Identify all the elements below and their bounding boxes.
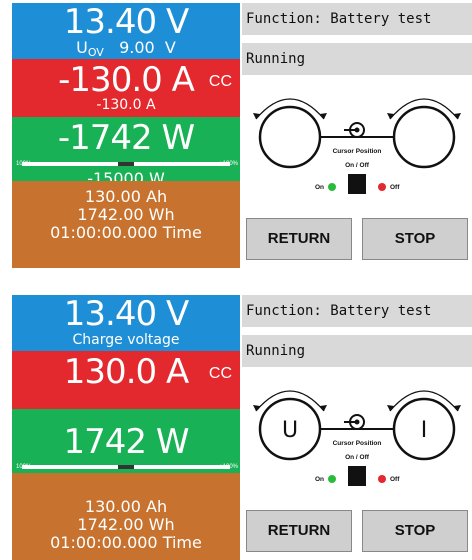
time-value: 01:00:00.000 Time — [50, 223, 202, 242]
stop-button[interactable]: STOP — [362, 218, 468, 260]
off-label: Off — [390, 476, 400, 483]
current-block: -130.0 A CC -130.0 A — [12, 59, 240, 117]
power-slider[interactable] — [22, 162, 230, 166]
cursor-position-icon — [320, 122, 394, 138]
time-value: 01:00:00.000 Time — [50, 533, 202, 552]
control-panel: Function: Battery test Running U I Curso… — [242, 295, 472, 560]
knob-diagram: U I Cursor Position On / Off On Off — [253, 390, 461, 486]
power-block: 1742 W 100% +100% — [12, 409, 240, 473]
power-value: -1742 W — [57, 118, 195, 158]
cursor-position-icon — [320, 414, 394, 430]
wh-value: 1742.00 Wh — [77, 205, 175, 224]
cc-mode-indicator: CC — [208, 365, 232, 382]
cursor-position-label: Cursor Position — [333, 148, 382, 155]
energy-block: 130.00 Ah 1742.00 Wh 01:00:00.000 Time — [12, 473, 240, 560]
power-slider[interactable] — [22, 465, 230, 469]
knob-diagram: Cursor Position On / Off On Off — [253, 98, 461, 194]
voltage-block: 13.40 V Charge voltage — [12, 295, 240, 351]
current-knob-label: I — [421, 418, 428, 443]
cc-mode-indicator: CC — [208, 73, 232, 90]
on-led-icon — [328, 475, 336, 483]
power-value: 1742 W — [63, 422, 190, 462]
device-screen-1: 13.40 V UOV 9.00 V -130.0 A CC -130.0 A … — [12, 3, 472, 268]
onoff-label: On / Off — [345, 454, 370, 461]
voltage-value: 13.40 V — [63, 2, 189, 42]
status-bar: Running — [242, 335, 472, 367]
device-screen-2: 13.40 V Charge voltage 130.0 A CC 1742 W… — [12, 295, 472, 560]
right-rotary-knob-icon[interactable] — [387, 98, 461, 169]
current-setpoint: -130.0 A — [96, 97, 156, 113]
voltage-value: 13.40 V — [63, 294, 189, 334]
control-panel: Function: Battery test Running Cursor Po… — [242, 3, 472, 268]
off-led-icon — [378, 475, 386, 483]
function-bar: Function: Battery test — [242, 295, 472, 327]
current-value: -130.0 A — [58, 60, 195, 100]
energy-block: 130.00 Ah 1742.00 Wh 01:00:00.000 Time — [12, 181, 240, 268]
readout-panel: 13.40 V Charge voltage 130.0 A CC 1742 W… — [12, 295, 240, 560]
on-label: On — [315, 184, 324, 191]
power-block: -1742 W 100% +100% -15000 W — [12, 117, 240, 187]
current-block: 130.0 A CC — [12, 351, 240, 409]
on-label: On — [315, 476, 324, 483]
return-button[interactable]: RETURN — [246, 510, 352, 552]
left-rotary-knob-icon[interactable] — [253, 98, 327, 169]
wh-value: 1742.00 Wh — [77, 515, 175, 534]
ah-value: 130.00 Ah — [84, 187, 168, 206]
voltage-knob-label: U — [282, 418, 298, 443]
voltage-limit: UOV 9.00 V — [76, 38, 176, 60]
status-bar: Running — [242, 43, 472, 75]
slider-handle[interactable] — [118, 162, 134, 166]
cursor-position-label: Cursor Position — [333, 440, 382, 447]
onoff-label: On / Off — [345, 162, 370, 169]
return-button[interactable]: RETURN — [246, 218, 352, 260]
current-value: 130.0 A — [63, 352, 189, 392]
slider-handle[interactable] — [118, 465, 134, 469]
stop-button[interactable]: STOP — [362, 510, 468, 552]
off-led-icon — [378, 183, 386, 191]
power-button[interactable] — [348, 174, 366, 194]
voltage-caption: Charge voltage — [72, 332, 180, 348]
voltage-block: 13.40 V UOV 9.00 V — [12, 3, 240, 59]
readout-panel: 13.40 V UOV 9.00 V -130.0 A CC -130.0 A … — [12, 3, 240, 268]
on-led-icon — [328, 183, 336, 191]
ah-value: 130.00 Ah — [84, 497, 168, 516]
off-label: Off — [390, 184, 400, 191]
power-button[interactable] — [348, 466, 366, 486]
function-bar: Function: Battery test — [242, 3, 472, 35]
